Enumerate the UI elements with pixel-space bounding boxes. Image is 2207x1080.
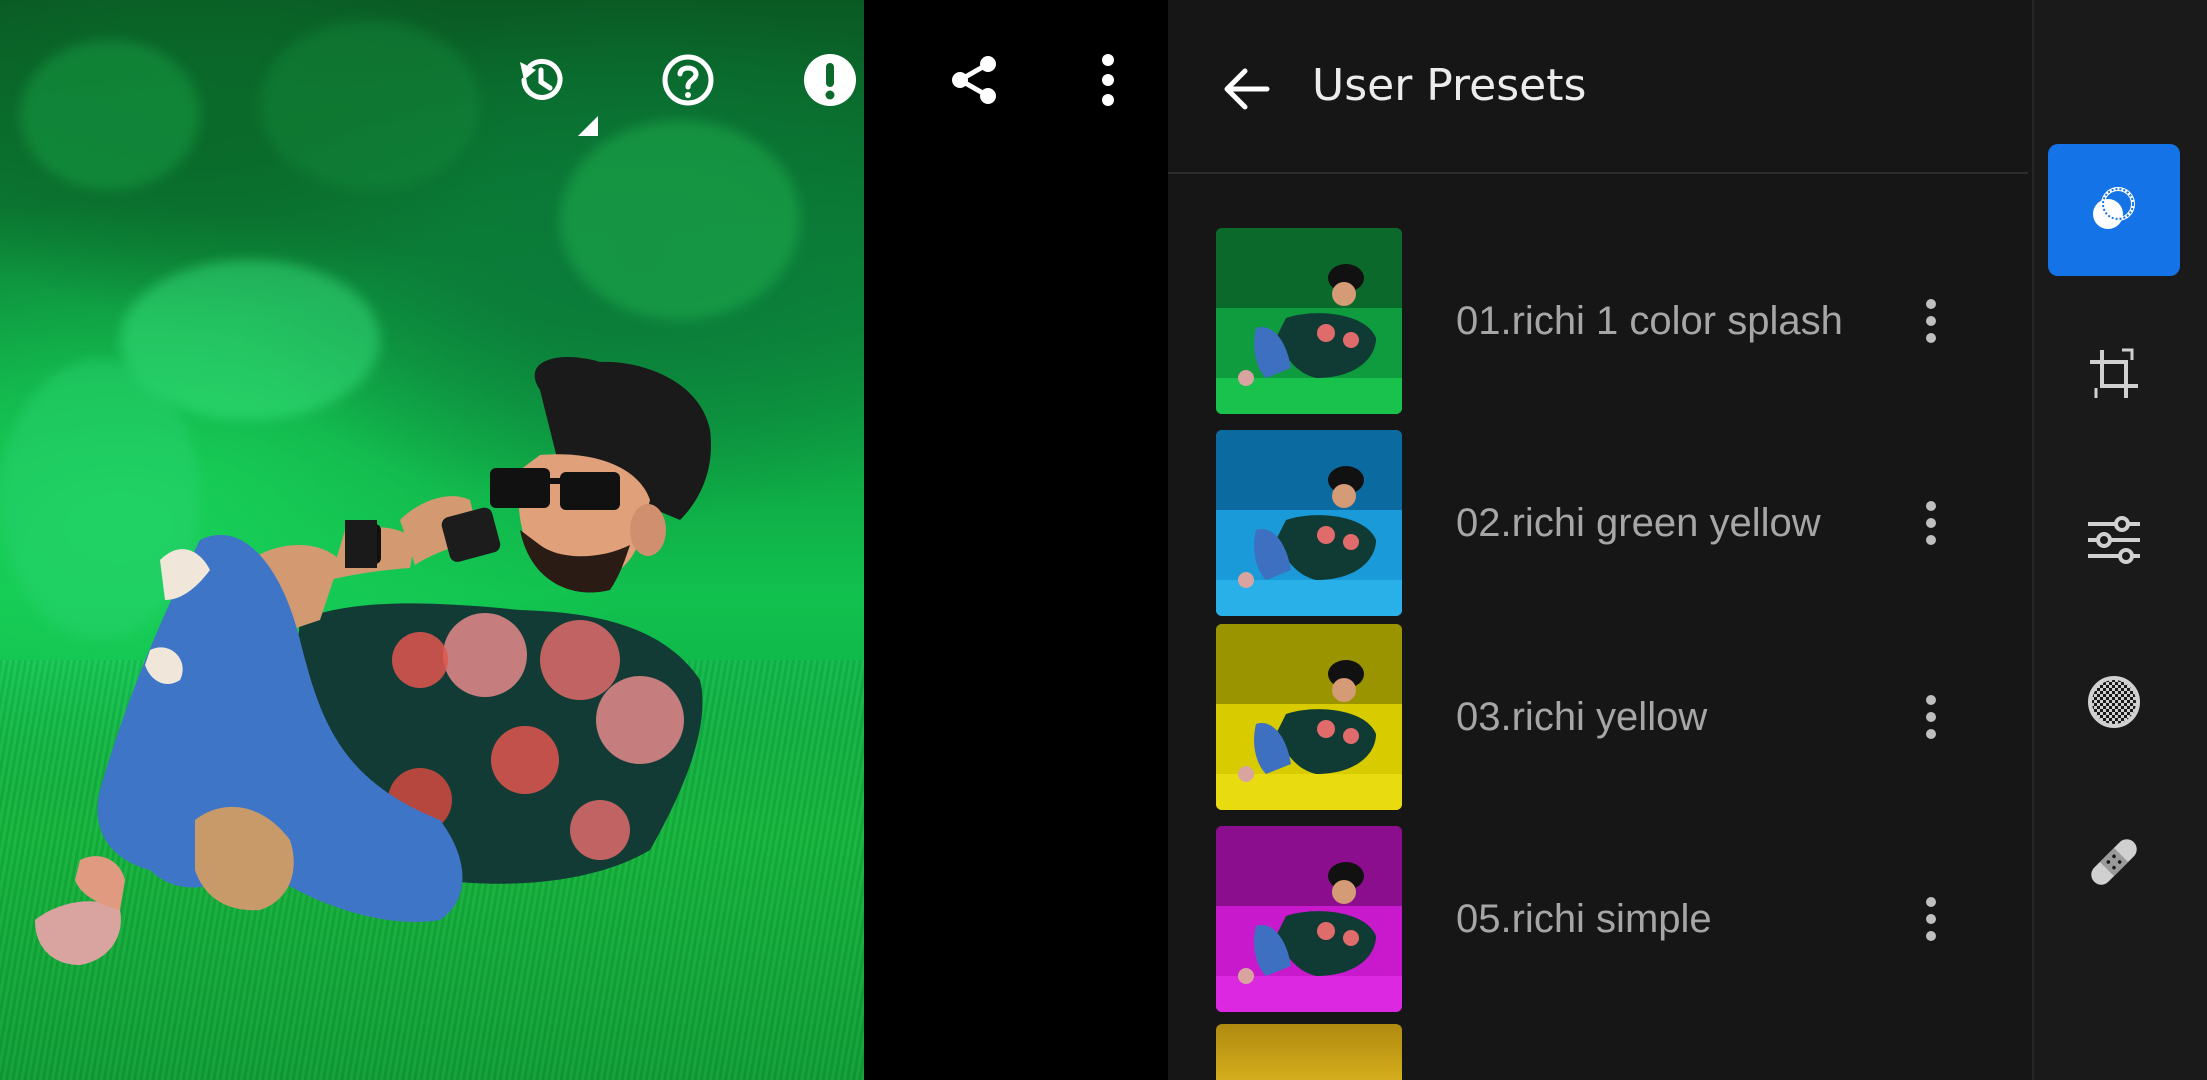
panel-header: User Presets [1168,0,2028,174]
selective-masking-icon [2088,676,2140,728]
preset-item[interactable]: 01.richi 1 color splash [1216,228,1996,414]
share-icon[interactable] [942,48,1006,112]
adjust-sliders-icon [2088,516,2140,564]
preset-thumbnail [1216,228,1402,414]
presets-panel: User Presets 01.richi 1 color splash 02.… [1168,0,2032,1080]
history-icon[interactable] [508,48,572,112]
more-vertical-icon[interactable] [1076,48,1140,112]
crop-icon [2090,348,2138,398]
adjust-button[interactable] [2048,474,2180,606]
panel-title: User Presets [1312,60,1587,111]
preset-thumbnail [1216,430,1402,616]
healing-button[interactable] [2048,796,2180,928]
presets-icon [2093,187,2135,229]
person-figure [35,357,711,965]
preset-thumbnail [1216,826,1402,1012]
arrow-left-icon [1224,68,1270,110]
more-vertical-icon[interactable] [1896,488,1966,558]
preset-name: 02.richi green yellow [1456,501,1821,545]
preset-thumbnail [1216,624,1402,810]
healing-bandage-icon [2091,839,2137,885]
more-vertical-icon[interactable] [1896,884,1966,954]
more-vertical-icon[interactable] [1896,286,1966,356]
more-vertical-icon[interactable] [1896,682,1966,752]
preset-item[interactable]: 02.richi green yellow [1216,430,1996,616]
preset-name: 01.richi 1 color splash [1456,299,1843,343]
masking-button[interactable] [2048,636,2180,768]
preset-name: 03.richi yellow [1456,695,1708,739]
preset-item[interactable]: 05.richi simple [1216,826,1996,1012]
alert-icon[interactable] [798,48,862,112]
preset-item[interactable]: 03.richi yellow [1216,624,1996,810]
crop-button[interactable] [2048,308,2180,440]
preset-item[interactable] [1216,1024,1996,1080]
presets-button[interactable] [2048,144,2180,276]
preset-name: 05.richi simple [1456,897,1712,941]
back-button[interactable] [1212,54,1282,124]
history-submenu-indicator [578,116,598,136]
preset-thumbnail [1216,1024,1402,1080]
help-icon[interactable] [656,48,720,112]
tool-rail [2032,0,2207,1080]
photo-canvas[interactable] [0,0,864,1080]
